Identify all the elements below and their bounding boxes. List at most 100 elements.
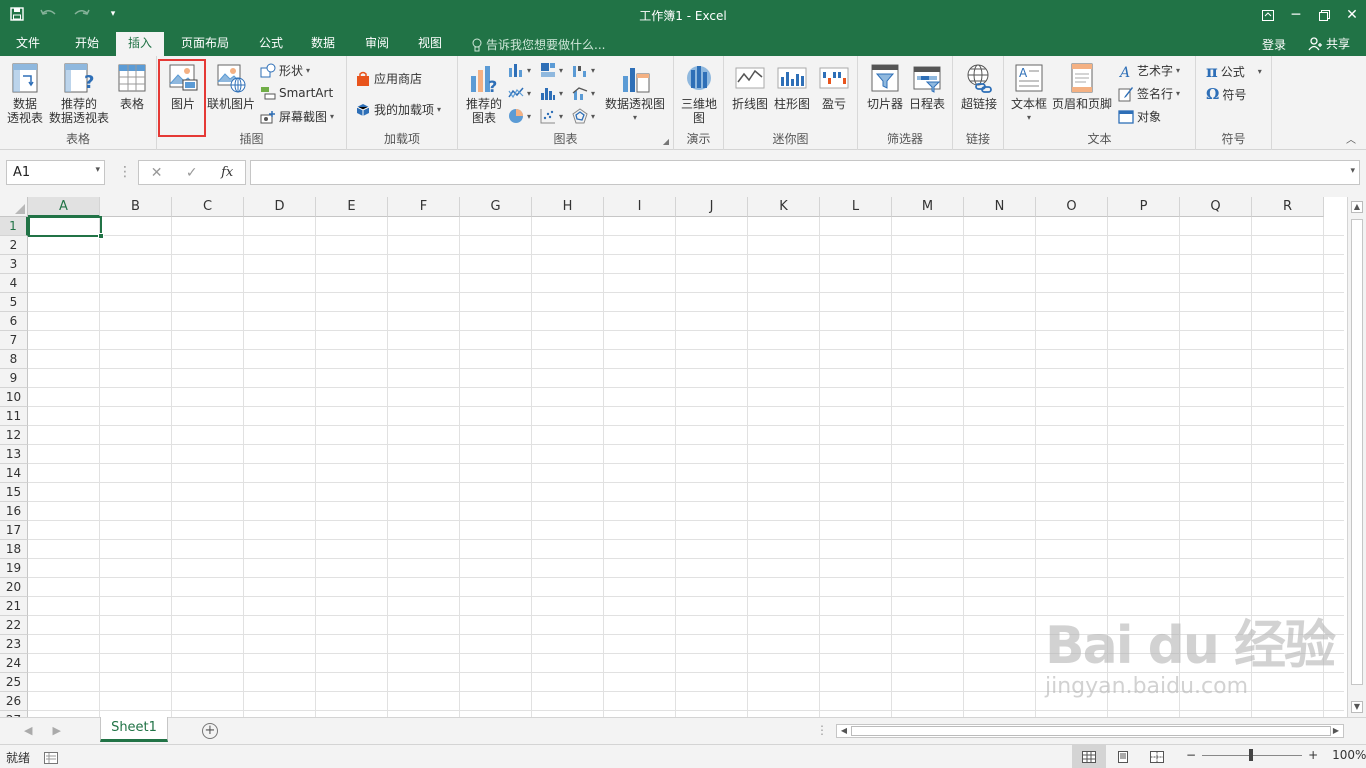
active-cell[interactable] [28, 216, 104, 239]
pivot-table-button[interactable]: 数据 透视表 [4, 62, 46, 125]
zoom-out-icon[interactable]: − [1186, 748, 1196, 762]
row-header[interactable]: 12 [0, 426, 28, 445]
normal-view-icon[interactable] [1072, 745, 1106, 768]
row-header[interactable]: 16 [0, 502, 28, 521]
line-chart-button[interactable]: ▾ [508, 85, 531, 101]
pie-chart-button[interactable]: ▾ [508, 108, 531, 124]
row-header[interactable]: 10 [0, 388, 28, 407]
timeline-button[interactable]: 日程表 [906, 62, 948, 111]
radar-chart-button[interactable]: ▾ [572, 108, 595, 124]
tab-file[interactable]: 文件 [12, 34, 44, 56]
column-header[interactable]: Q [1180, 197, 1252, 217]
scroll-right-icon[interactable]: ▶ [1329, 725, 1343, 737]
symbol-button[interactable]: Ω 符号 [1206, 85, 1246, 103]
equation-button[interactable]: π 公式 ▾ [1206, 62, 1262, 81]
scroll-down-icon[interactable]: ▼ [1351, 701, 1363, 713]
sheet-prev-icon[interactable]: ◀ [24, 724, 32, 737]
wordart-button[interactable]: A 艺术字 ▾ [1118, 62, 1180, 79]
column-header[interactable]: F [388, 197, 460, 217]
share-button[interactable]: 共享 [1308, 35, 1350, 52]
waterfall-chart-button[interactable]: ▾ [572, 62, 595, 78]
sparkline-column-button[interactable]: 柱形图 [772, 62, 812, 111]
signin-link[interactable]: 登录 [1262, 36, 1286, 53]
signature-line-button[interactable]: 签名行 ▾ [1118, 85, 1180, 102]
expand-formula-bar-icon[interactable]: ▾ [1350, 166, 1355, 176]
tab-review[interactable]: 审阅 [361, 34, 393, 56]
row-header[interactable]: 11 [0, 407, 28, 426]
ribbon-display-options-icon[interactable] [1254, 0, 1282, 30]
scatter-chart-button[interactable]: ▾ [540, 108, 563, 124]
recommended-charts-button[interactable]: ? 推荐的 图表 [464, 62, 504, 125]
hyperlink-button[interactable]: 超链接 [957, 62, 1001, 111]
minimize-icon[interactable]: ─ [1282, 0, 1310, 30]
sparkline-winloss-button[interactable]: 盈亏 [814, 62, 854, 111]
column-chart-button[interactable]: ▾ [508, 62, 531, 78]
page-layout-view-icon[interactable] [1106, 745, 1140, 768]
zoom-slider[interactable] [1202, 748, 1303, 761]
cancel-icon[interactable]: ✕ [151, 165, 163, 181]
restore-icon[interactable] [1310, 0, 1338, 30]
tab-split-handle[interactable]: ⋮ [816, 723, 828, 737]
tab-data[interactable]: 数据 [307, 34, 339, 56]
store-button[interactable]: 应用商店 [355, 70, 422, 87]
zoom-level[interactable]: 100% [1332, 748, 1366, 762]
horizontal-scrollbar[interactable]: ◀ ▶ [836, 724, 1344, 738]
row-header[interactable]: 8 [0, 350, 28, 369]
tab-home[interactable]: 开始 [71, 34, 103, 56]
shapes-button[interactable]: 形状 ▾ [260, 62, 310, 79]
row-header[interactable]: 5 [0, 293, 28, 312]
row-header[interactable]: 15 [0, 483, 28, 502]
cell-area[interactable] [28, 217, 1344, 717]
column-header[interactable]: G [460, 197, 532, 217]
row-header[interactable]: 9 [0, 369, 28, 388]
page-break-view-icon[interactable] [1140, 745, 1174, 768]
column-header[interactable]: K [748, 197, 820, 217]
name-box-dropdown-icon[interactable]: ▾ [95, 165, 100, 175]
formula-bar-splitter[interactable]: ⋮ [118, 164, 132, 180]
column-header[interactable]: H [532, 197, 604, 217]
row-header[interactable]: 3 [0, 255, 28, 274]
sparkline-line-button[interactable]: 折线图 [730, 62, 770, 111]
select-all-button[interactable] [0, 197, 28, 217]
sheet-tab-sheet1[interactable]: Sheet1 [100, 717, 168, 742]
online-pictures-button[interactable]: 联机图片 [205, 62, 257, 111]
row-header[interactable]: 4 [0, 274, 28, 293]
smartart-button[interactable]: SmartArt [260, 85, 333, 101]
row-header[interactable]: 1 [0, 217, 28, 236]
fill-handle[interactable] [98, 233, 104, 239]
tab-insert[interactable]: 插入 [116, 32, 165, 56]
name-box[interactable]: A1 ▾ [6, 160, 105, 185]
sheet-next-icon[interactable]: ▶ [52, 724, 60, 737]
insert-function-icon[interactable]: fx [221, 165, 233, 180]
picture-button[interactable]: 图片 [161, 62, 205, 111]
slicer-button[interactable]: 切片器 [864, 62, 906, 111]
row-header[interactable]: 7 [0, 331, 28, 350]
pivot-chart-button[interactable]: 数据透视图 ▾ [604, 62, 666, 125]
row-header[interactable]: 2 [0, 236, 28, 255]
row-header[interactable]: 6 [0, 312, 28, 331]
column-header[interactable]: J [676, 197, 748, 217]
header-footer-button[interactable]: 页眉和页脚 [1050, 62, 1114, 111]
recommended-pivot-button[interactable]: ? 推荐的 数据透视表 [48, 62, 110, 125]
vertical-scroll-thumb[interactable] [1351, 219, 1363, 685]
column-header[interactable]: D [244, 197, 316, 217]
row-header[interactable]: 21 [0, 597, 28, 616]
row-header[interactable]: 17 [0, 521, 28, 540]
row-header[interactable]: 20 [0, 578, 28, 597]
enter-icon[interactable]: ✓ [186, 165, 198, 181]
row-header[interactable]: 22 [0, 616, 28, 635]
row-header[interactable]: 18 [0, 540, 28, 559]
screenshot-button[interactable]: 屏幕截图 ▾ [260, 108, 334, 125]
column-header[interactable]: N [964, 197, 1036, 217]
vertical-scrollbar[interactable]: ▲ ▼ [1347, 197, 1366, 717]
formula-input[interactable]: ▾ [250, 160, 1360, 185]
row-header[interactable]: 26 [0, 692, 28, 711]
tab-page-layout[interactable]: 页面布局 [177, 34, 233, 56]
statistic-chart-button[interactable]: ▾ [540, 85, 563, 101]
zoom-in-icon[interactable]: + [1308, 748, 1318, 762]
row-header[interactable]: 24 [0, 654, 28, 673]
charts-dialog-launcher-icon[interactable]: ◢ [663, 137, 669, 146]
row-header[interactable]: 25 [0, 673, 28, 692]
column-header[interactable]: R [1252, 197, 1324, 217]
scroll-left-icon[interactable]: ◀ [837, 725, 851, 737]
